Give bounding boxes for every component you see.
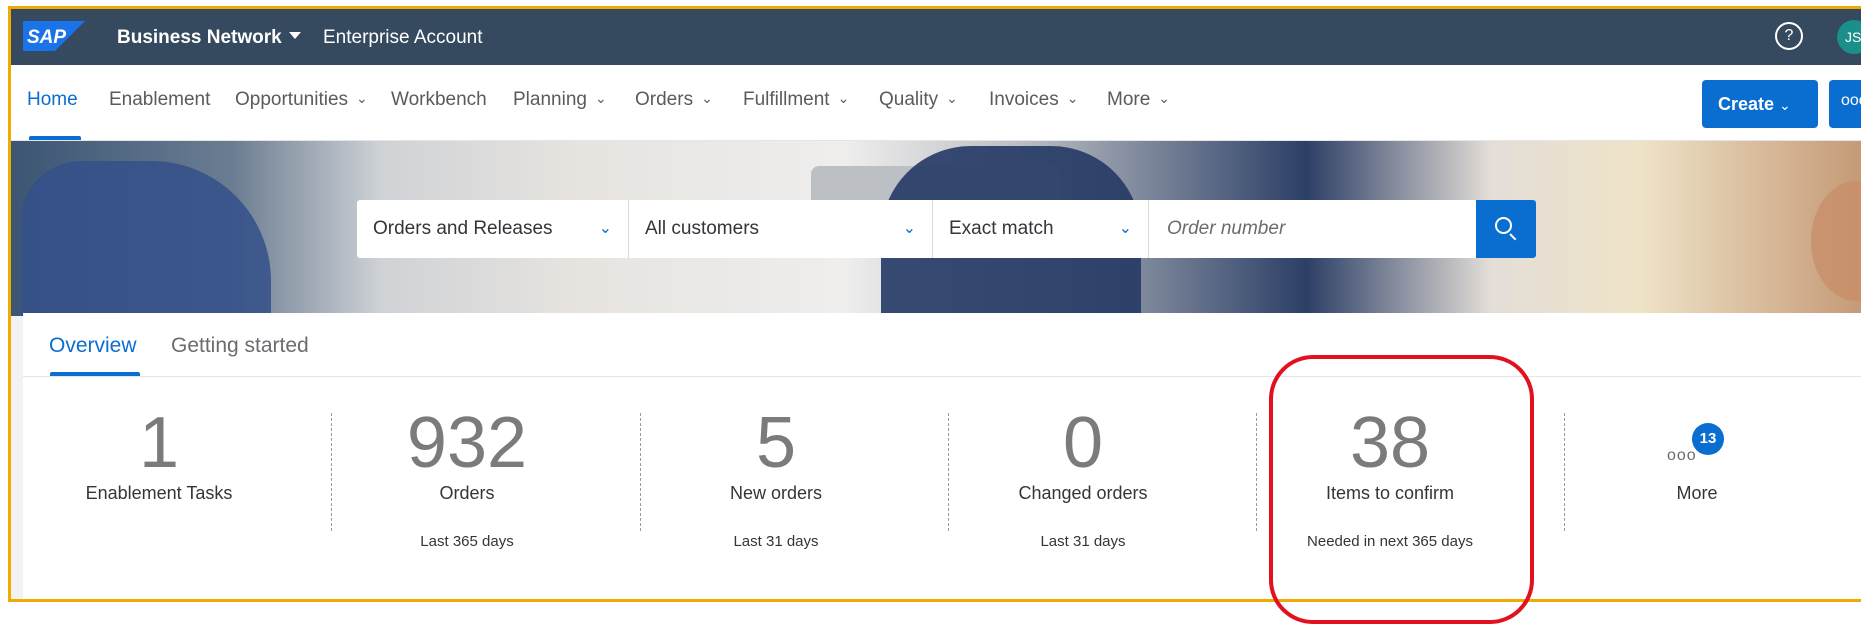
nav-label: Home <box>27 89 78 110</box>
notification-badge: 13 <box>1692 423 1724 455</box>
search-bar: Orders and Releases ⌄ All customers ⌄ Ex… <box>357 200 1536 258</box>
create-button[interactable]: Create ⌄ <box>1702 80 1818 128</box>
svg-text:SAP: SAP <box>27 27 66 48</box>
chevron-down-icon: ⌄ <box>1779 97 1791 113</box>
document-type-value: Orders and Releases <box>373 218 553 239</box>
chevron-down-icon: ⌄ <box>1066 90 1079 106</box>
caret-down-icon[interactable] <box>289 32 301 39</box>
tab-getting-started[interactable]: Getting started <box>171 334 309 358</box>
nav-label: Fulfillment <box>743 89 830 110</box>
tab-active-indicator <box>50 372 140 376</box>
chevron-down-icon: ⌄ <box>837 90 850 106</box>
nav-active-indicator <box>29 136 81 140</box>
nav-item-fulfillment[interactable]: Fulfillment ⌄ <box>743 89 849 111</box>
match-mode-value: Exact match <box>949 218 1054 239</box>
nav-label: Orders <box>635 89 694 110</box>
tile-subtitle: Last 365 days <box>420 533 514 550</box>
create-label: Create <box>1718 94 1775 114</box>
nav-item-home[interactable]: Home <box>27 89 78 111</box>
tile-value: 1 <box>138 403 180 483</box>
tile-label: More <box>1676 483 1718 503</box>
nav-label: More <box>1107 89 1151 110</box>
document-type-select[interactable]: Orders and Releases ⌄ <box>357 200 629 258</box>
top-navigation: Home Enablement Opportunities ⌄ Workbench… <box>11 65 1861 141</box>
tile-orders[interactable]: 932 Orders Last 365 days <box>313 377 621 599</box>
avatar[interactable]: JS <box>1837 20 1861 54</box>
nav-item-planning[interactable]: Planning ⌄ <box>513 89 607 111</box>
shell-title[interactable]: Business Network <box>117 27 282 49</box>
tile-changed-orders[interactable]: 0 Changed orders Last 31 days <box>929 377 1237 599</box>
chevron-down-icon: ⌄ <box>701 90 713 106</box>
tile-label: Changed orders <box>1018 483 1148 503</box>
nav-label: Quality <box>879 89 939 110</box>
overview-card: Overview Getting started 1 Enablement Ta… <box>23 313 1861 599</box>
nav-item-workbench[interactable]: Workbench <box>391 89 487 111</box>
nav-item-quality[interactable]: Quality ⌄ <box>879 89 958 111</box>
nav-label: Invoices <box>989 89 1059 110</box>
tile-more[interactable]: ooo 13 More <box>1543 377 1851 599</box>
nav-label: Planning <box>513 89 587 110</box>
sap-logo[interactable]: SAP <box>23 21 85 51</box>
tile-subtitle: Last 31 days <box>733 533 819 550</box>
tile-subtitle: Last 31 days <box>1040 533 1126 550</box>
tile-value: 5 <box>755 403 797 483</box>
tile-value: 932 <box>406 403 528 483</box>
more-dots-icon: ooo <box>1667 447 1697 464</box>
highlight-annotation <box>1269 355 1534 624</box>
nav-item-enablement[interactable]: Enablement <box>109 89 210 111</box>
chevron-down-icon: ⌄ <box>356 90 368 106</box>
order-number-input[interactable] <box>1149 200 1476 258</box>
nav-item-invoices[interactable]: Invoices ⌄ <box>989 89 1078 111</box>
search-icon <box>1495 217 1512 234</box>
chevron-down-icon: ⌄ <box>594 90 607 106</box>
tile-label: Orders <box>439 483 495 503</box>
hero-chair <box>1811 181 1861 301</box>
help-icon[interactable]: ? <box>1775 22 1803 50</box>
tile-label: New orders <box>729 483 823 503</box>
account-label: Enterprise Account <box>323 27 483 48</box>
chevron-down-icon: ⌄ <box>946 90 958 106</box>
nav-label: Enablement <box>109 89 211 110</box>
overflow-menu-button[interactable]: ooo <box>1829 80 1861 128</box>
customer-value: All customers <box>645 218 760 239</box>
shell-bar: SAP Business Network Enterprise Account … <box>11 9 1861 65</box>
chevron-down-icon: ⌄ <box>1158 90 1171 106</box>
tile-label: Enablement Tasks <box>85 483 233 503</box>
customer-select[interactable]: All customers ⌄ <box>629 200 933 258</box>
tab-bar: Overview Getting started <box>23 313 1861 377</box>
nav-item-opportunities[interactable]: Opportunities ⌄ <box>235 89 368 111</box>
nav-label: Opportunities <box>235 89 349 110</box>
nav-label: Workbench <box>391 89 487 110</box>
nav-item-more[interactable]: More ⌄ <box>1107 89 1170 111</box>
chevron-down-icon: ⌄ <box>598 220 612 237</box>
nav-item-orders[interactable]: Orders ⌄ <box>635 89 713 111</box>
chevron-down-icon: ⌄ <box>1118 220 1132 237</box>
tile-value: 0 <box>1062 403 1104 483</box>
hero-person <box>21 161 271 316</box>
tile-new-orders[interactable]: 5 New orders Last 31 days <box>622 377 930 599</box>
chevron-down-icon: ⌄ <box>902 220 916 237</box>
tile-enablement-tasks[interactable]: 1 Enablement Tasks <box>11 377 313 599</box>
match-mode-select[interactable]: Exact match ⌄ <box>933 200 1149 258</box>
search-button[interactable] <box>1476 200 1536 258</box>
app-frame: SAP Business Network Enterprise Account … <box>8 6 1861 602</box>
tab-overview[interactable]: Overview <box>49 334 137 358</box>
